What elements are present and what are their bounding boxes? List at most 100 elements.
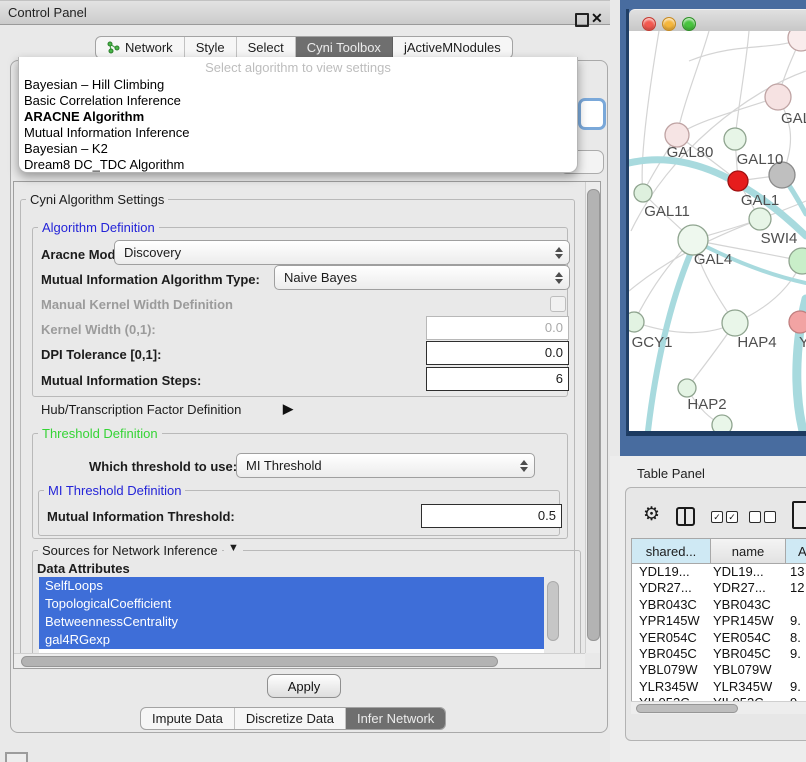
horizontal-scrollbar[interactable] (14, 653, 585, 669)
algorithm-option-selected[interactable]: ARACNE Algorithm (19, 109, 577, 125)
float-window-icon[interactable] (575, 13, 589, 27)
select-all-columns-icon[interactable]: ✓✓ (711, 511, 741, 526)
which-threshold-combo[interactable]: MI Threshold (236, 453, 535, 478)
vertical-scrollbar[interactable] (585, 182, 601, 653)
table-row[interactable]: YPR145WYPR145W9. (632, 613, 806, 629)
algorithm-definition-title: Algorithm Definition (38, 220, 159, 235)
node-label: GAL80 (667, 144, 714, 161)
list-item[interactable]: TopologicalCoefficient (39, 595, 544, 613)
table-row[interactable]: YBR045CYBR045C9. (632, 646, 806, 662)
table-row[interactable]: YBL079WYBL079W (632, 662, 806, 678)
node[interactable] (712, 415, 732, 431)
settings-scrollpane: Cyni Algorithm Settings Algorithm Defini… (13, 181, 601, 669)
node[interactable] (765, 84, 791, 110)
control-panel-titlebar[interactable]: Control Panel (0, 0, 610, 25)
tab-jactivemnodules[interactable]: jActiveMNodules (393, 37, 512, 58)
node-label: GAL4 (694, 251, 732, 268)
column-header-shared-name[interactable]: shared... (631, 538, 710, 564)
list-item[interactable]: gal4RGexp (39, 631, 544, 649)
table-row[interactable]: YDL19...YDL19...13 (632, 564, 806, 580)
mi-steps-field[interactable]: 6 (426, 367, 569, 391)
aracne-mode-combo[interactable]: Discovery (114, 240, 570, 265)
stepper-icon (551, 247, 566, 259)
mi-threshold-title: MI Threshold Definition (44, 483, 185, 498)
table-row[interactable]: YLR345WYLR345W9. (632, 679, 806, 695)
kernel-width-field[interactable]: 0.0 (426, 316, 569, 340)
network-window: GAL GAL80 GAL10 GAL1 GAL11 SWI4 GAL4 GCY… (626, 9, 806, 436)
node-label: GAL11 (644, 203, 690, 220)
deselect-all-columns-icon[interactable] (749, 511, 779, 526)
table-row[interactable]: YBR043CYBR043C (632, 597, 806, 613)
list-item[interactable]: SelfLoops (39, 577, 544, 595)
table-horizontal-scrollbar-thumb[interactable] (636, 704, 738, 713)
threshold-definition-title: Threshold Definition (38, 426, 162, 441)
hub-section-label[interactable]: Hub/Transcription Factor Definition (41, 402, 241, 417)
mi-threshold-label: Mutual Information Threshold: (47, 509, 235, 524)
tab-discretize-data[interactable]: Discretize Data (235, 708, 346, 729)
sources-collapse-icon[interactable]: ▼ (224, 542, 243, 554)
node[interactable] (629, 312, 644, 332)
network-window-titlebar[interactable] (629, 9, 806, 33)
node[interactable] (678, 379, 696, 397)
close-traffic-light-icon[interactable] (642, 17, 656, 31)
dpi-tolerance-field[interactable]: 0.0 (426, 341, 569, 365)
zoom-traffic-light-icon[interactable] (682, 17, 696, 31)
node[interactable] (789, 248, 806, 274)
mi-type-combo[interactable]: Naive Bayes (274, 265, 570, 290)
node[interactable] (724, 128, 746, 150)
attribute-list-scrollbar-thumb[interactable] (547, 581, 559, 641)
algorithm-option[interactable]: Bayesian – Hill Climbing (19, 77, 577, 93)
cyni-algorithm-settings-title: Cyni Algorithm Settings (26, 192, 168, 207)
algorithm-option[interactable]: Bayesian – K2 (19, 141, 577, 157)
node-label: HAP4 (737, 334, 776, 351)
which-threshold-label: Which threshold to use: (89, 459, 237, 474)
hub-expand-icon[interactable]: ▶ (283, 401, 293, 417)
network-icon (107, 41, 120, 54)
minimized-panel-chip[interactable] (5, 752, 28, 762)
control-panel-tabbar: Network Style Select Cyni Toolbox jActiv… (95, 36, 513, 59)
split-columns-icon[interactable] (676, 507, 695, 526)
stepper-icon (516, 460, 531, 472)
mi-threshold-field[interactable]: 0.5 (421, 504, 562, 528)
node[interactable] (749, 208, 771, 230)
table-row[interactable]: YER054CYER054C8. (632, 630, 806, 646)
column-header-partial[interactable]: A (785, 538, 806, 564)
node-table: YDL19...YDL19...13 YDR27...YDR27...12 YB… (631, 564, 806, 701)
list-item[interactable]: BetweennessCentrality (39, 613, 544, 631)
tab-cyni-toolbox[interactable]: Cyni Toolbox (296, 37, 393, 58)
control-panel-title: Control Panel (8, 5, 87, 20)
algorithm-option[interactable]: Basic Correlation Inference (19, 93, 577, 109)
minimize-traffic-light-icon[interactable] (662, 17, 676, 31)
algorithm-dropdown: Select algorithm to view settings Bayesi… (18, 57, 578, 173)
sources-title[interactable]: Sources for Network Inference (38, 543, 222, 558)
table-horizontal-scrollbar[interactable] (631, 701, 806, 714)
network-canvas[interactable]: GAL GAL80 GAL10 GAL1 GAL11 SWI4 GAL4 GCY… (629, 31, 806, 431)
node[interactable] (722, 310, 748, 336)
horizontal-scrollbar-thumb[interactable] (21, 656, 498, 667)
node-label: GAL10 (737, 151, 784, 168)
node-selected[interactable] (728, 171, 748, 191)
node[interactable] (634, 184, 652, 202)
tab-impute-data[interactable]: Impute Data (141, 708, 235, 729)
algorithm-dropdown-placeholder: Select algorithm to view settings (19, 60, 577, 77)
node[interactable] (788, 31, 806, 51)
column-header-name[interactable]: name (710, 538, 785, 564)
new-table-icon[interactable] (792, 501, 806, 529)
algorithm-option[interactable]: Mutual Information Inference (19, 125, 577, 141)
tab-style[interactable]: Style (185, 37, 237, 58)
table-row[interactable]: YDR27...YDR27...12 (632, 580, 806, 596)
manual-kernel-checkbox[interactable] (550, 296, 566, 312)
kernel-width-label: Kernel Width (0,1): (41, 322, 156, 337)
apply-button[interactable]: Apply (267, 674, 341, 698)
vertical-scrollbar-thumb[interactable] (587, 189, 600, 641)
node[interactable] (789, 311, 806, 333)
tab-select[interactable]: Select (237, 37, 296, 58)
algorithm-option[interactable]: Dream8 DC_TDC Algorithm (19, 157, 577, 173)
tab-infer-network[interactable]: Infer Network (346, 708, 445, 729)
manual-kernel-label: Manual Kernel Width Definition (41, 297, 233, 312)
close-icon[interactable]: ✕ (591, 10, 603, 27)
tab-network[interactable]: Network (96, 37, 185, 58)
obscured-combo-fragment (578, 98, 606, 130)
bottom-tabbar: Impute Data Discretize Data Infer Networ… (140, 707, 446, 730)
gear-icon[interactable]: ⚙ (643, 503, 660, 526)
